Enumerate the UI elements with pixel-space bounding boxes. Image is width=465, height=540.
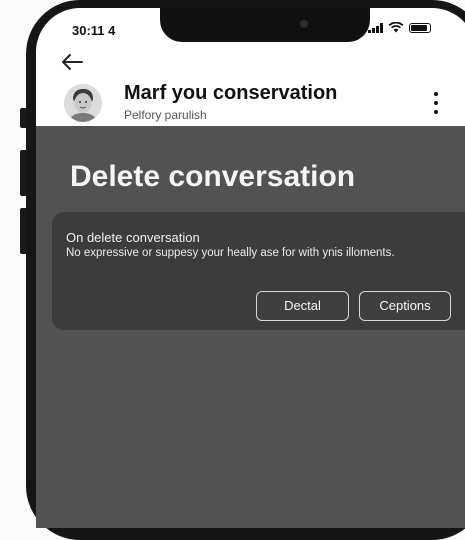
status-time: 30:11 4 [72,23,116,38]
more-vertical-icon[interactable] [430,92,442,114]
options-button[interactable]: Ceptions [359,291,451,321]
signal-icon [368,22,383,33]
status-icons [368,22,431,33]
battery-icon [408,22,431,33]
back-arrow-icon[interactable] [60,52,84,72]
conversation-subtitle: Pelfory parulish [124,108,207,122]
delete-dialog: On delete conversation No expressive or … [52,212,465,330]
dialog-message: No expressive or suppesy your heally ase… [66,247,395,259]
camera-notch [160,8,370,42]
phone-screen: 30:11 4 Marf you conservation Pelfory pa… [36,8,465,528]
avatar[interactable] [64,84,102,122]
dialog-title: On delete conversation [66,230,200,245]
page-heading: Delete conversation [70,160,356,193]
conversation-title: Marf you conservation [124,82,338,104]
app-header: 30:11 4 Marf you conservation Pelfory pa… [36,8,465,126]
wifi-icon [388,22,403,33]
delete-button[interactable]: Dectal [256,291,349,321]
